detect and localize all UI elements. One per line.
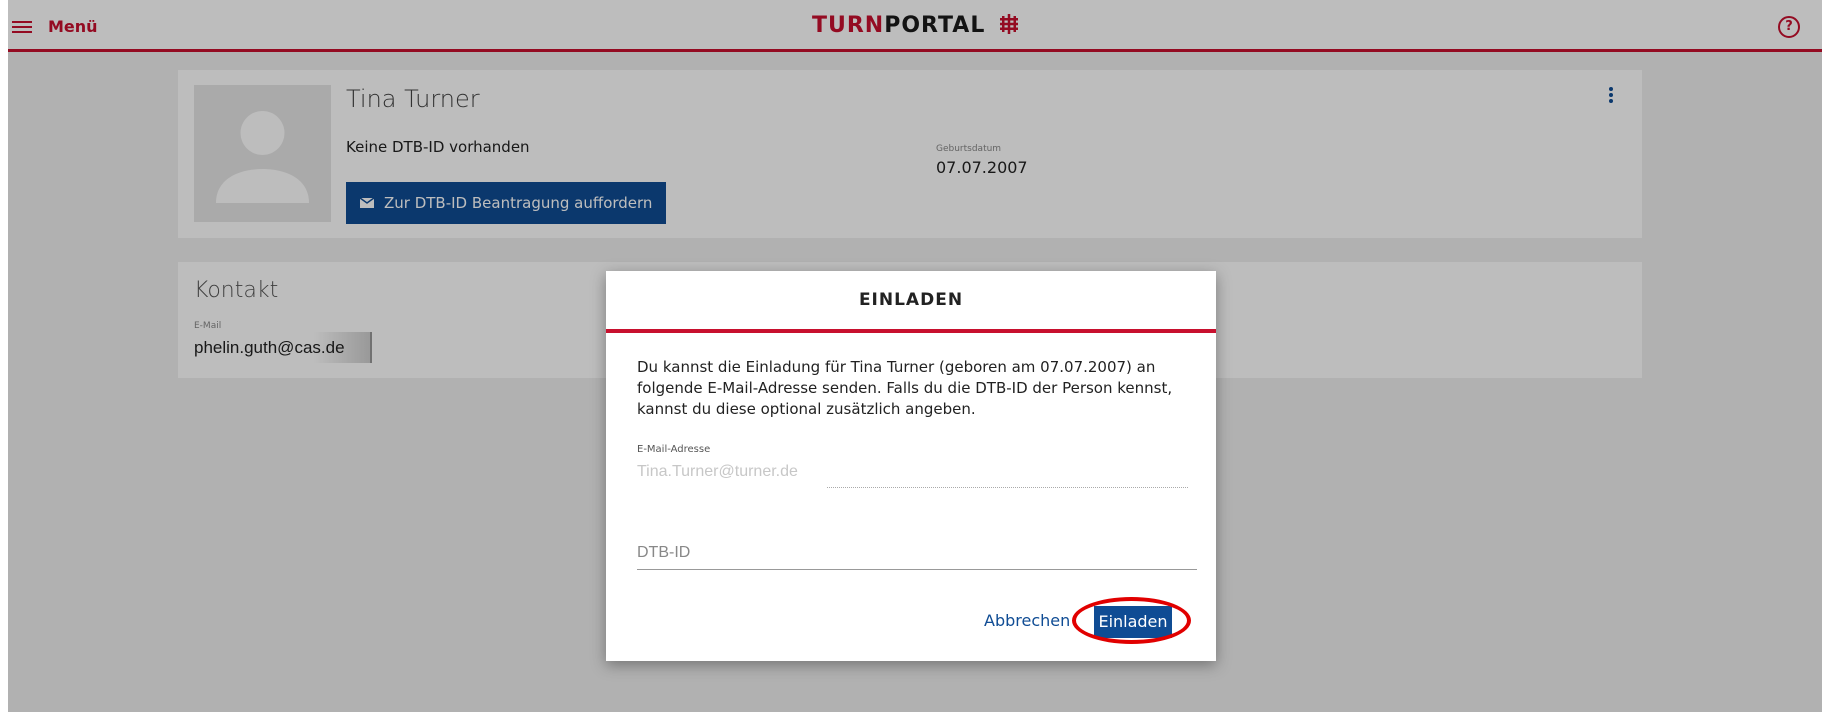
- email-address-underline: [827, 487, 1188, 488]
- invite-button[interactable]: Einladen: [1094, 606, 1172, 638]
- cancel-button[interactable]: Abbrechen: [984, 611, 1070, 630]
- dtb-id-placeholder: DTB-ID: [637, 544, 691, 561]
- email-address-input[interactable]: Tina.Turner@turner.de: [637, 463, 798, 481]
- dialog-title: EINLADEN: [606, 271, 1216, 333]
- email-address-label: E-Mail-Adresse: [637, 444, 711, 455]
- app-window: Menü TURNPORTAL ? Tina Turner Keine DTB-…: [8, 0, 1822, 712]
- dtb-id-input[interactable]: DTB-ID: [637, 541, 1197, 570]
- invite-dialog: EINLADEN Du kannst die Einladung für Tin…: [606, 271, 1216, 661]
- dialog-description: Du kannst die Einladung für Tina Turner …: [637, 358, 1173, 418]
